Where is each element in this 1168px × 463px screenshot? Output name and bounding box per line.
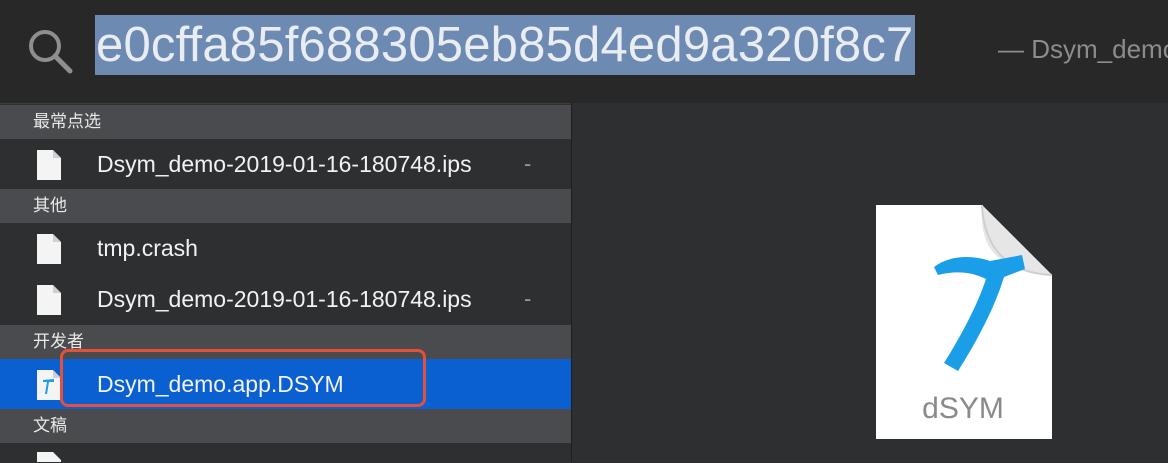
search-icon: [29, 30, 73, 74]
document-icon: [37, 285, 61, 315]
result-row[interactable]: Dsym_demo-2019-01-16-180748.ips -: [0, 274, 571, 324]
dsym-file-icon: [37, 370, 61, 400]
result-label: Dsym_demo-2019-01-16-180748.ips: [97, 151, 472, 177]
section-header-other: 其他: [0, 189, 571, 223]
document-icon: [37, 150, 61, 180]
document-icon: [37, 234, 61, 264]
section-header-frequent: 最常点选: [0, 105, 571, 139]
section-header-documents: 文稿: [0, 409, 571, 443]
result-label: Dsym_demo-2019-01-16-180748.ips: [97, 286, 472, 312]
result-suffix: -: [524, 151, 532, 176]
annotation-highlight-box: [60, 349, 426, 407]
dsym-icon-label: dSYM: [922, 392, 1004, 425]
preview-pane: [572, 103, 1168, 462]
document-icon: [37, 452, 61, 462]
search-input[interactable]: e0cffa85f688305eb85d4ed9a320f8c7: [95, 15, 915, 75]
result-row[interactable]: [0, 443, 571, 462]
result-suffix: -: [524, 286, 532, 311]
search-completion-hint: — Dsym_demo: [998, 34, 1168, 64]
result-label: tmp.crash: [97, 235, 198, 261]
result-row[interactable]: tmp.crash: [0, 223, 571, 273]
search-bar: e0cffa85f688305eb85d4ed9a320f8c7 — Dsym_…: [0, 0, 1168, 103]
result-row[interactable]: Dsym_demo-2019-01-16-180748.ips -: [0, 139, 571, 189]
